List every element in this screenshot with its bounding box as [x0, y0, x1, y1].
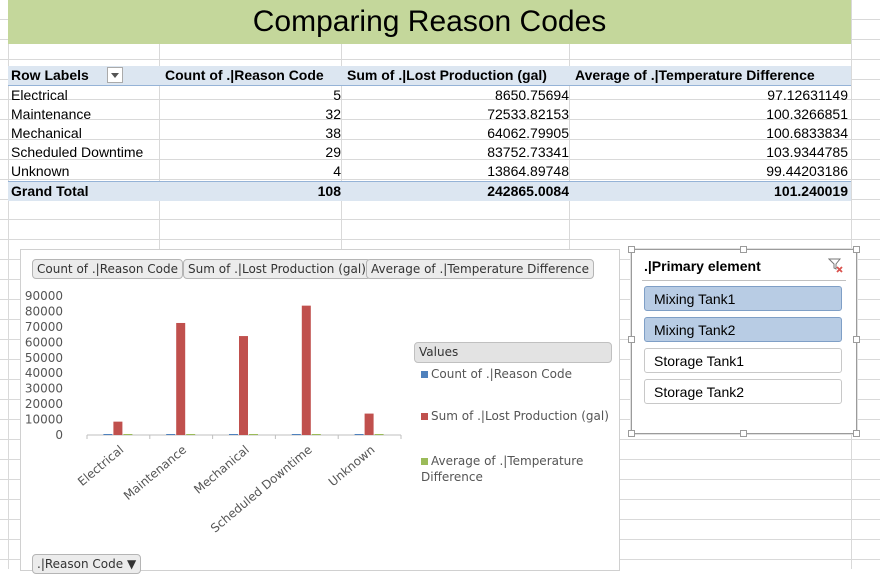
sum-cell[interactable]: 72533.82153: [344, 105, 572, 124]
legend-item-sum: Sum of .|Lost Production (gal): [421, 408, 609, 424]
slicer-item[interactable]: Storage Tank2: [644, 379, 842, 404]
bar-sum: [301, 305, 311, 435]
avg-cell[interactable]: 103.9344785: [572, 143, 851, 162]
bar-average: [249, 434, 258, 435]
count-cell[interactable]: 5: [162, 86, 344, 106]
x-tick-label: Maintenance: [121, 443, 189, 503]
avg-header[interactable]: Average of .|Temperature Difference: [572, 66, 851, 86]
y-tick-label: 90000: [25, 289, 63, 303]
y-tick-label: 40000: [25, 366, 63, 380]
y-tick-label: 50000: [25, 351, 63, 365]
resize-handle[interactable]: [628, 336, 635, 343]
bar-count: [229, 434, 238, 435]
avg-cell[interactable]: 99.44203186: [572, 162, 851, 182]
avg-cell[interactable]: 100.3266851: [572, 105, 851, 124]
sum-cell[interactable]: 13864.89748: [344, 162, 572, 182]
bar-sum: [364, 413, 374, 435]
legend-swatch: [421, 371, 428, 378]
axis-field-button[interactable]: .|Reason Code ▼: [32, 554, 142, 574]
bar-average: [374, 434, 384, 435]
row-label-cell[interactable]: Unknown: [8, 162, 162, 182]
row-labels-filter-button[interactable]: [106, 67, 123, 84]
resize-handle[interactable]: [853, 336, 860, 343]
slicer-primary-element[interactable]: .|Primary element Mixing Tank1 Mixing Tan…: [628, 246, 860, 437]
count-cell[interactable]: 4: [162, 162, 344, 182]
legend-item-average: Average of .|Temperature Difference: [421, 453, 596, 485]
sum-cell[interactable]: 8650.75694: [344, 86, 572, 106]
sum-header[interactable]: Sum of .|Lost Production (gal): [344, 66, 572, 86]
count-cell[interactable]: 38: [162, 124, 344, 143]
pivot-row: Scheduled Downtime 29 83752.73341 103.93447…: [8, 143, 851, 162]
bar-average: [123, 434, 133, 435]
bar-count: [291, 434, 301, 435]
pivot-row: Electrical 5 8650.75694 97.12631149: [8, 86, 851, 106]
grand-total-avg[interactable]: 101.240019: [572, 181, 851, 201]
resize-handle[interactable]: [740, 430, 747, 437]
pivot-table: Row Labels Count of .|Reason Code Sum of…: [8, 66, 851, 201]
row-labels-header[interactable]: Row Labels: [8, 66, 162, 86]
bar-count: [354, 434, 364, 435]
count-header[interactable]: Count of .|Reason Code: [162, 66, 344, 86]
row-label-cell[interactable]: Scheduled Downtime: [8, 143, 162, 162]
y-tick-label: 30000: [25, 382, 63, 396]
x-tick-label: Electrical: [75, 443, 126, 489]
row-label-cell[interactable]: Maintenance: [8, 105, 162, 124]
pivot-row: Mechanical 38 64062.79905 100.6833834: [8, 124, 851, 143]
legend-item-count: Count of .|Reason Code: [421, 366, 572, 382]
grand-total-sum[interactable]: 242865.0084: [344, 181, 572, 201]
sum-cell[interactable]: 83752.73341: [344, 143, 572, 162]
bar-average: [311, 434, 321, 435]
slicer-item[interactable]: Mixing Tank2: [644, 317, 842, 342]
grand-total-row: Grand Total 108 242865.0084 101.240019: [8, 181, 851, 201]
row-label-cell[interactable]: Electrical: [8, 86, 162, 106]
slicer-divider: [642, 280, 846, 281]
bar-sum: [176, 322, 186, 435]
slicer-title: .|Primary element: [644, 258, 761, 274]
y-tick-label: 70000: [25, 320, 63, 334]
row-labels-label: Row Labels: [11, 67, 89, 83]
bar-sum: [239, 336, 248, 435]
bar-chart-plot: 010000 2000030000 4000050000 6000070000 8000…: [25, 289, 402, 536]
avg-cell[interactable]: 97.12631149: [572, 86, 851, 106]
resize-handle[interactable]: [853, 430, 860, 437]
resize-handle[interactable]: [628, 430, 635, 437]
legend-swatch: [421, 413, 428, 420]
grand-total-label[interactable]: Grand Total: [8, 181, 162, 201]
legend-swatch: [421, 458, 428, 465]
pivot-row: Unknown 4 13864.89748 99.44203186: [8, 162, 851, 182]
clear-filter-icon[interactable]: [828, 257, 844, 273]
row-label-cell[interactable]: Mechanical: [8, 124, 162, 143]
bar-count: [166, 434, 176, 435]
y-tick-label: 60000: [25, 335, 63, 349]
legend-label: Count of .|Reason Code: [431, 367, 572, 381]
bar-sum: [113, 421, 123, 435]
pivot-header-row: Row Labels Count of .|Reason Code Sum of…: [8, 66, 851, 86]
slicer-item[interactable]: Mixing Tank1: [644, 286, 842, 311]
resize-handle[interactable]: [740, 246, 747, 253]
pivot-row: Maintenance 32 72533.82153 100.3266851: [8, 105, 851, 124]
legend-label: Sum of .|Lost Production (gal): [431, 409, 609, 423]
avg-cell[interactable]: 100.6833834: [572, 124, 851, 143]
y-tick-label: 80000: [25, 304, 63, 318]
x-tick-label: Mechanical: [191, 443, 252, 497]
count-cell[interactable]: 32: [162, 105, 344, 124]
grand-total-count[interactable]: 108: [162, 181, 344, 201]
legend-values-button[interactable]: Values: [414, 342, 612, 363]
x-tick-label: Unknown: [326, 443, 378, 490]
resize-handle[interactable]: [853, 246, 860, 253]
count-cell[interactable]: 29: [162, 143, 344, 162]
sheet-title[interactable]: Comparing Reason Codes: [8, 0, 851, 44]
y-tick-label: 20000: [25, 397, 63, 411]
resize-handle[interactable]: [628, 246, 635, 253]
sum-cell[interactable]: 64062.79905: [344, 124, 572, 143]
y-tick-label: 10000: [25, 413, 63, 427]
bar-average: [186, 434, 196, 435]
slicer-item[interactable]: Storage Tank1: [644, 348, 842, 373]
x-tick-label: Scheduled Downtime: [208, 443, 315, 536]
legend-label: Average of .|Temperature Difference: [421, 454, 584, 484]
y-tick-label: 0: [55, 428, 63, 442]
bar-count: [103, 434, 113, 435]
pivot-chart[interactable]: Count of .|Reason Code Sum of .|Lost Pro…: [20, 249, 620, 574]
